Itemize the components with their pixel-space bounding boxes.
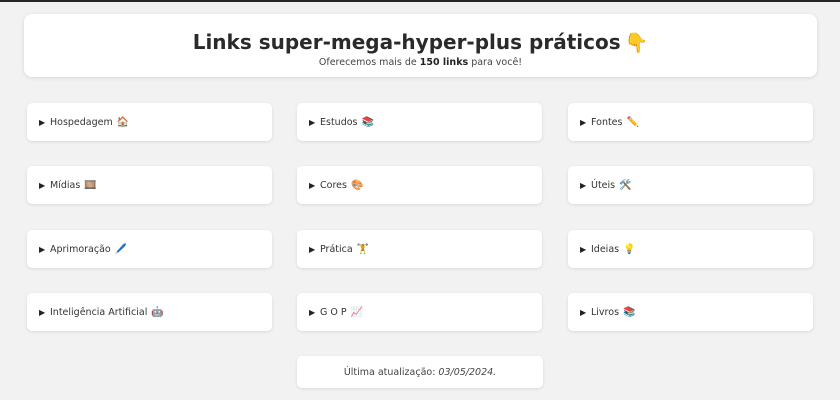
house-icon: 🏠 xyxy=(116,116,130,128)
last-updated-label: Última atualização: xyxy=(343,366,436,378)
category-pratica[interactable]: ▶ Prática 🏋️ xyxy=(297,230,542,268)
category-fontes[interactable]: ▶ Fontes ✏️ xyxy=(568,103,813,141)
last-updated-card: Última atualização: 03/05/2024. xyxy=(297,356,543,388)
page-title-text: Links super-mega-hyper-plus práticos xyxy=(192,30,621,54)
expand-caret-icon: ▶ xyxy=(580,244,587,254)
category-ideias[interactable]: ▶ Ideias 💡 xyxy=(568,230,813,268)
subtitle-link-count: 150 links xyxy=(419,57,469,68)
last-updated-date: 03/05/2024. xyxy=(438,366,497,378)
lightbulb-icon: 💡 xyxy=(623,243,636,255)
category-label: G O P xyxy=(320,306,347,318)
expand-caret-icon: ▶ xyxy=(39,244,46,254)
expand-caret-icon: ▶ xyxy=(39,180,46,190)
category-label: Livros xyxy=(591,306,620,318)
subtitle-prefix: Oferecemos mais de xyxy=(318,57,420,68)
category-inteligencia-artificial[interactable]: ▶ Inteligência Artificial 🤖 xyxy=(27,293,272,331)
weightlifting-icon: 🏋️ xyxy=(356,243,370,255)
tools-icon: 🛠️ xyxy=(619,179,632,191)
header-card: Links super-mega-hyper-plus práticos 👇 Of… xyxy=(24,14,817,77)
expand-caret-icon: ▶ xyxy=(39,117,46,127)
expand-caret-icon: ▶ xyxy=(309,244,316,254)
category-label: Aprimoração xyxy=(50,243,111,255)
expand-caret-icon: ▶ xyxy=(39,307,46,317)
expand-caret-icon: ▶ xyxy=(580,117,587,127)
category-label: Ideias xyxy=(591,243,620,255)
category-gop[interactable]: ▶ G O P 📈 xyxy=(297,293,542,331)
page-subtitle: Oferecemos mais de 150 links para você! xyxy=(24,57,817,69)
category-label: Mídias xyxy=(50,179,81,191)
category-label: Úteis xyxy=(591,179,616,191)
expand-caret-icon: ▶ xyxy=(309,307,316,317)
pointing-down-icon: 👇 xyxy=(624,32,649,54)
category-label: Prática xyxy=(320,243,353,255)
category-uteis[interactable]: ▶ Úteis 🛠️ xyxy=(568,166,813,204)
top-border xyxy=(0,0,840,2)
category-hospedagem[interactable]: ▶ Hospedagem 🏠 xyxy=(27,103,272,141)
books-icon: 📚 xyxy=(361,116,374,128)
robot-icon: 🤖 xyxy=(151,306,164,318)
expand-caret-icon: ▶ xyxy=(309,180,316,190)
category-label: Cores xyxy=(320,179,347,191)
chart-icon: 📈 xyxy=(350,306,364,318)
category-midias[interactable]: ▶ Mídias 🎞️ xyxy=(27,166,272,204)
palette-icon: 🎨 xyxy=(350,179,364,191)
category-label: Estudos xyxy=(320,116,358,128)
pen-icon: 🖊️ xyxy=(114,243,128,255)
subtitle-suffix: para você! xyxy=(468,57,523,68)
books-icon: 📚 xyxy=(623,306,636,318)
category-label: Fontes xyxy=(591,116,623,128)
expand-caret-icon: ▶ xyxy=(309,117,316,127)
pencil-icon: ✏️ xyxy=(626,116,639,128)
category-label: Hospedagem xyxy=(50,116,113,128)
page-title: Links super-mega-hyper-plus práticos 👇 xyxy=(24,30,817,55)
category-label: Inteligência Artificial xyxy=(50,306,148,318)
category-livros[interactable]: ▶ Livros 📚 xyxy=(568,293,813,331)
expand-caret-icon: ▶ xyxy=(580,307,587,317)
category-aprimoracao[interactable]: ▶ Aprimoração 🖊️ xyxy=(27,230,272,268)
category-cores[interactable]: ▶ Cores 🎨 xyxy=(297,166,542,204)
film-icon: 🎞️ xyxy=(84,179,97,191)
expand-caret-icon: ▶ xyxy=(580,180,587,190)
category-estudos[interactable]: ▶ Estudos 📚 xyxy=(297,103,542,141)
